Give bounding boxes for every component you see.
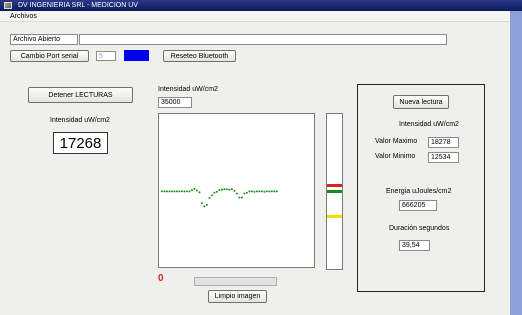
plot-point — [208, 196, 211, 199]
plot-point — [245, 191, 248, 194]
plot-point — [250, 190, 253, 193]
plot-point — [225, 188, 228, 191]
gauge-level-bar — [327, 214, 342, 218]
plot-point — [273, 190, 276, 193]
plot-point — [275, 190, 278, 193]
plot-intensity-label: Intensidad uW/cm2 — [158, 86, 218, 93]
plot-point — [165, 190, 168, 193]
intensity-value-display: 17268 — [53, 132, 108, 154]
plot-point — [258, 190, 261, 193]
intensity-plot — [158, 113, 315, 268]
duration-label: Duración segundos — [389, 225, 450, 232]
plot-point — [160, 190, 163, 193]
plot-point — [240, 196, 243, 199]
plot-point — [243, 192, 246, 195]
plot-point — [200, 202, 203, 205]
plot-point — [220, 188, 223, 191]
max-value-field: 18278 — [428, 137, 459, 148]
plot-point — [190, 189, 193, 192]
plot-point — [238, 196, 241, 199]
plot-point — [265, 190, 268, 193]
gauge-level-bar — [327, 189, 342, 193]
intensity-caption: Intensidad uW/cm2 — [50, 117, 110, 124]
plot-point — [270, 190, 273, 193]
energy-value-field: 666205 — [399, 200, 437, 211]
plot-point — [223, 188, 226, 191]
plot-point — [168, 190, 171, 193]
plot-point — [195, 189, 198, 192]
plot-point — [213, 191, 216, 194]
max-label: Valor Maximo — [375, 138, 418, 145]
plot-point — [170, 190, 173, 193]
plot-point — [178, 190, 181, 193]
plot-point — [268, 190, 271, 193]
window-border — [510, 11, 522, 315]
file-path-field[interactable] — [79, 34, 447, 45]
plot-point — [188, 190, 191, 193]
level-gauge — [326, 113, 343, 270]
change-port-button[interactable]: Cambio Port serial — [10, 50, 89, 62]
plot-point — [218, 189, 221, 192]
plot-point — [173, 190, 176, 193]
port-number-field[interactable]: 5 — [96, 51, 116, 61]
plot-point — [198, 191, 201, 194]
stats-intensity-title: Intensidad uW/cm2 — [399, 121, 459, 128]
plot-point — [255, 190, 258, 193]
plot-point — [263, 190, 266, 193]
sample-counter: 0 — [158, 273, 164, 284]
progress-bar — [194, 277, 277, 286]
plot-point — [193, 187, 196, 190]
menu-bar: Archivos — [0, 11, 510, 22]
reset-bluetooth-button[interactable]: Reseteo Bluetooth — [163, 50, 236, 62]
plot-point — [183, 190, 186, 193]
plot-point — [210, 194, 213, 197]
plot-point — [230, 188, 233, 191]
min-value-field: 12534 — [428, 152, 459, 163]
menu-archivos[interactable]: Archivos — [10, 12, 37, 21]
plot-point — [175, 190, 178, 193]
plot-point — [248, 190, 251, 193]
duration-value-field: 39,54 — [399, 240, 430, 251]
gauge-level-bar — [327, 183, 342, 187]
file-label: Archivo Abierto — [10, 34, 78, 45]
plot-point — [260, 190, 263, 193]
connection-status-indicator — [124, 50, 149, 61]
plot-point — [233, 189, 236, 192]
plot-point — [228, 188, 231, 191]
new-reading-button[interactable]: Nueva lectura — [393, 95, 449, 109]
plot-point — [205, 203, 208, 206]
plot-point — [163, 190, 166, 193]
energy-label: Energia uJoules/cm2 — [386, 188, 452, 195]
window-title: DV INGENIERIA SRL - MEDICION UV — [18, 2, 138, 9]
clear-image-button[interactable]: Limpio imagen — [208, 290, 267, 303]
plot-point — [180, 190, 183, 193]
plot-point — [253, 190, 256, 193]
plot-scale-field[interactable]: 35000 — [158, 97, 192, 108]
plot-point — [235, 192, 238, 195]
stop-readings-button[interactable]: Detener LECTURAS — [28, 87, 133, 103]
plot-point — [185, 190, 188, 193]
title-bar: DV INGENIERIA SRL - MEDICION UV — [0, 0, 522, 11]
plot-point — [215, 190, 218, 193]
min-label: Valor Minimo — [375, 153, 416, 160]
app-icon — [4, 2, 12, 9]
plot-point — [203, 205, 206, 208]
